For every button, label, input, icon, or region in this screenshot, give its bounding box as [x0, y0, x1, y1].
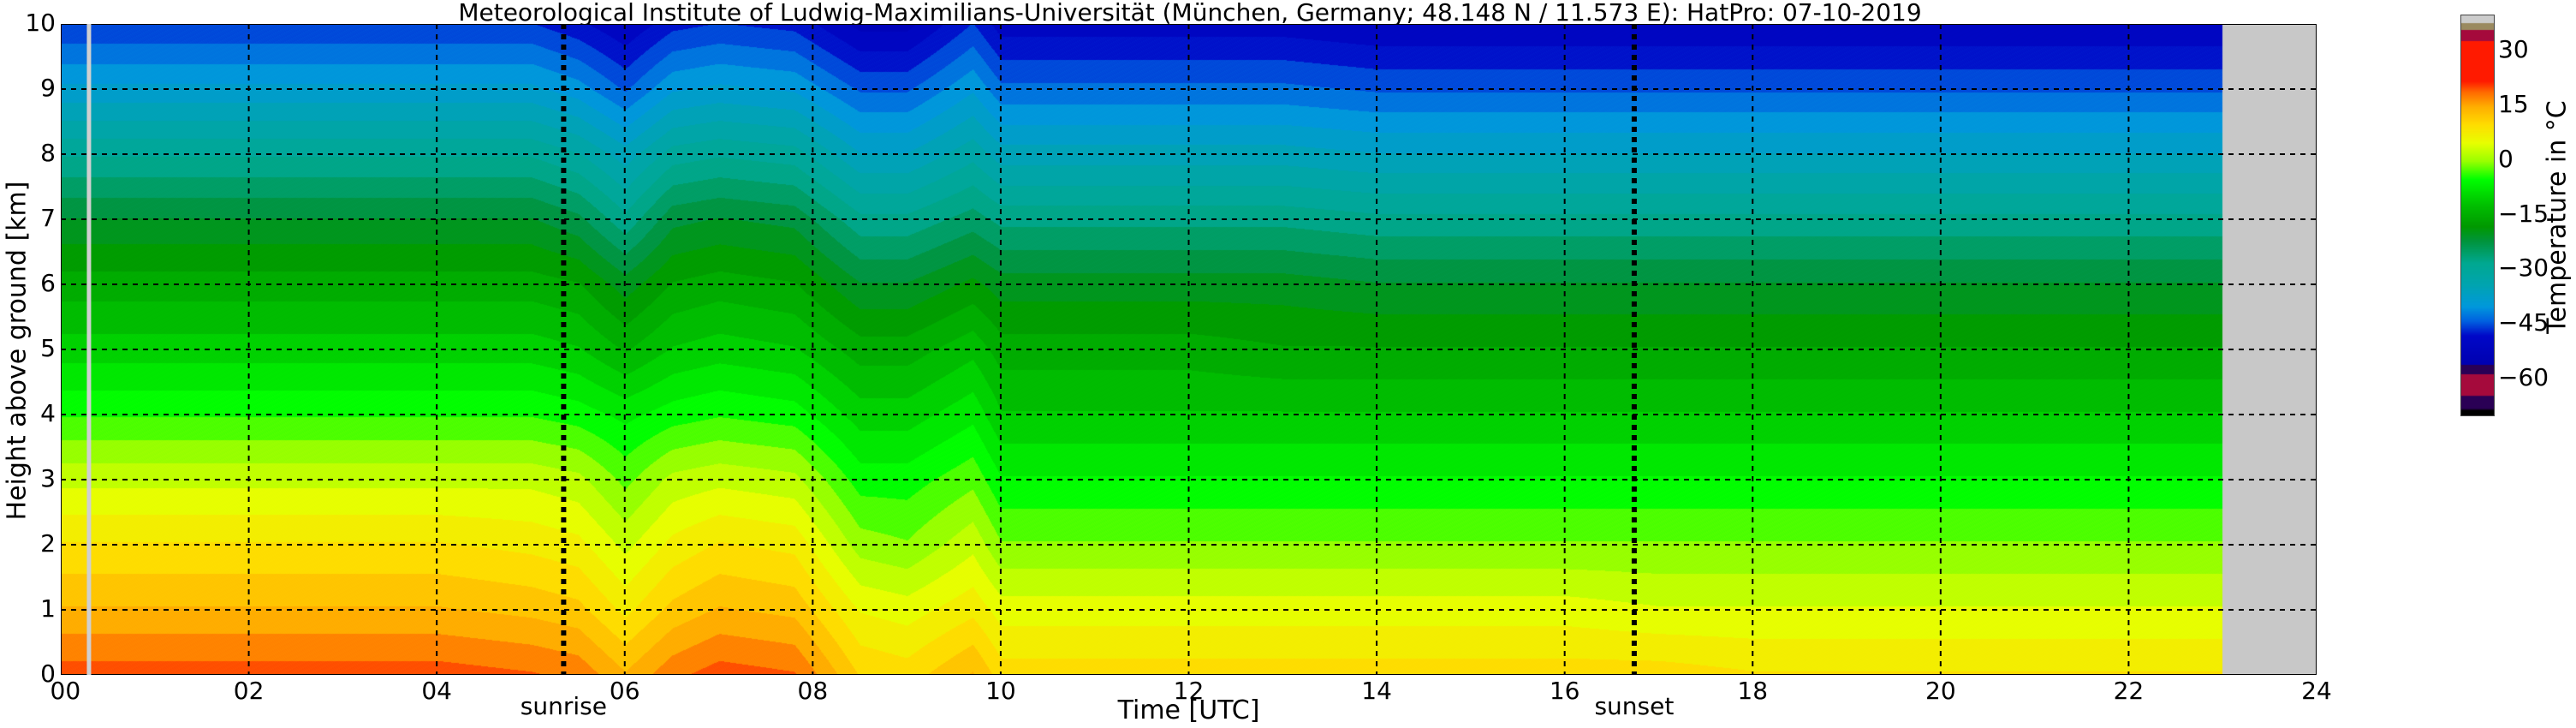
y-tick-label: 7	[40, 204, 56, 232]
colorbar-label: Temperature in °C	[2542, 100, 2573, 334]
colorbar-tick-label: 30	[2498, 35, 2529, 64]
y-axis-label: Height above ground [km]	[2, 181, 33, 521]
chart-title: Meteorological Institute of Ludwig-Maxim…	[458, 0, 1922, 27]
colorbar-tick-label: −15	[2498, 199, 2549, 228]
y-tick-label: 3	[40, 464, 56, 492]
x-axis-label: Time [UTC]	[1117, 695, 1260, 725]
y-tick-label: 2	[40, 529, 56, 558]
y-tick-label: 8	[40, 139, 56, 167]
y-tick-label: 9	[40, 74, 56, 102]
y-tick-label: 6	[40, 269, 56, 297]
colorbar-tick-label: −45	[2498, 307, 2549, 337]
colorbar-tick-label: −60	[2498, 362, 2549, 391]
y-tick-label: 10	[25, 9, 56, 37]
y-tick-label: 5	[40, 334, 56, 362]
y-tick-label: 1	[40, 594, 56, 623]
colorbar-tick-label: 15	[2498, 90, 2529, 119]
y-tick-label: 4	[40, 399, 56, 427]
colorbar	[2460, 15, 2495, 416]
y-tick-label: 0	[40, 659, 56, 688]
grid-overlay	[61, 24, 2317, 675]
colorbar-tick-label: 0	[2498, 144, 2514, 173]
colorbar-tick-label: −30	[2498, 254, 2549, 283]
